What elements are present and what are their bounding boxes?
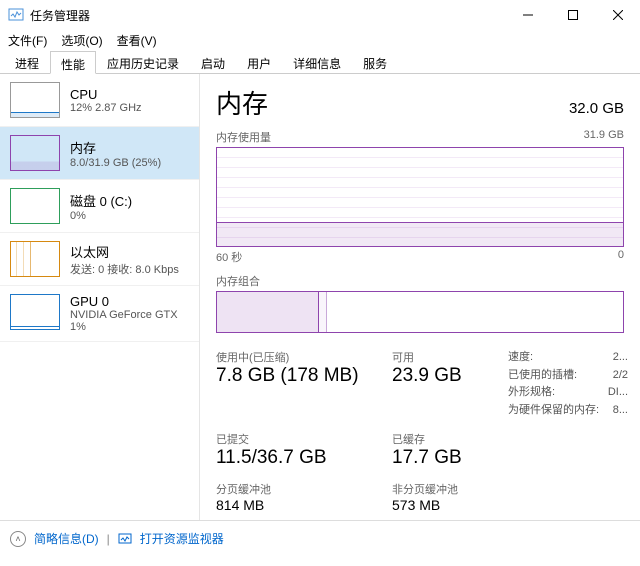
titlebar: 任务管理器 bbox=[0, 0, 640, 30]
maximize-button[interactable] bbox=[550, 0, 595, 30]
tab-app-history[interactable]: 应用历史记录 bbox=[96, 50, 190, 73]
nonpaged-value: 573 MB bbox=[392, 497, 502, 513]
sidebar-item-gpu[interactable]: GPU 0 NVIDIA GeForce GTX 1% bbox=[0, 286, 199, 342]
memory-thumb-icon bbox=[10, 135, 60, 171]
close-button[interactable] bbox=[595, 0, 640, 30]
cpu-thumb-icon bbox=[10, 82, 60, 118]
sidebar-memory-sub: 8.0/31.9 GB (25%) bbox=[70, 157, 161, 169]
open-resource-monitor-link[interactable]: 打开资源监视器 bbox=[140, 530, 224, 547]
tabs: 进程 性能 应用历史记录 启动 用户 详细信息 服务 bbox=[0, 50, 640, 74]
sidebar-cpu-title: CPU bbox=[70, 87, 142, 102]
reserved-value: 8... bbox=[613, 402, 628, 420]
slots-value: 2/2 bbox=[613, 367, 628, 385]
available-label: 可用 bbox=[392, 349, 502, 365]
nonpaged-label: 非分页缓冲池 bbox=[392, 481, 502, 497]
memory-capacity: 32.0 GB bbox=[569, 100, 624, 117]
speed-value: 2... bbox=[613, 349, 628, 367]
sidebar-disk-sub: 0% bbox=[70, 210, 132, 222]
paged-value: 814 MB bbox=[216, 497, 386, 513]
sidebar-item-memory[interactable]: 内存 8.0/31.9 GB (25%) bbox=[0, 127, 199, 180]
memory-usage-chart[interactable] bbox=[216, 147, 624, 247]
usage-chart-max: 31.9 GB bbox=[584, 129, 624, 145]
in-use-label: 使用中(已压缩) bbox=[216, 349, 386, 365]
slots-label: 已使用的插槽: bbox=[508, 367, 577, 385]
tab-services[interactable]: 服务 bbox=[352, 50, 398, 73]
form-label: 外形规格: bbox=[508, 384, 555, 402]
minimize-button[interactable] bbox=[505, 0, 550, 30]
committed-label: 已提交 bbox=[216, 431, 386, 447]
ethernet-thumb-icon bbox=[10, 241, 60, 277]
fewer-details-link[interactable]: 简略信息(D) bbox=[34, 530, 99, 547]
app-icon bbox=[8, 7, 24, 23]
comp-modified bbox=[319, 292, 327, 332]
window-controls bbox=[505, 0, 640, 30]
tab-details[interactable]: 详细信息 bbox=[282, 50, 352, 73]
speed-label: 速度: bbox=[508, 349, 533, 367]
tab-users[interactable]: 用户 bbox=[236, 50, 282, 73]
chart-fill bbox=[217, 222, 623, 247]
usage-chart-label: 内存使用量 bbox=[216, 129, 271, 145]
comp-in-use bbox=[217, 292, 319, 332]
reserved-label: 为硬件保留的内存: bbox=[508, 402, 599, 420]
menubar: 文件(F) 选项(O) 查看(V) bbox=[0, 30, 640, 50]
in-use-value: 7.8 GB (178 MB) bbox=[216, 365, 386, 387]
tab-performance[interactable]: 性能 bbox=[50, 51, 96, 74]
sidebar-gpu-sub: NVIDIA GeForce GTX bbox=[70, 309, 178, 321]
monitor-icon bbox=[118, 532, 132, 546]
menu-view[interactable]: 查看(V) bbox=[117, 32, 157, 49]
sidebar-gpu-sub2: 1% bbox=[70, 321, 178, 333]
page-title: 内存 bbox=[216, 84, 268, 121]
sidebar-gpu-title: GPU 0 bbox=[70, 294, 178, 309]
cached-label: 已缓存 bbox=[392, 431, 502, 447]
chevron-up-icon[interactable]: ˄ bbox=[10, 531, 26, 547]
committed-value: 11.5/36.7 GB bbox=[216, 447, 386, 469]
sidebar-item-ethernet[interactable]: 以太网 发送: 0 接收: 8.0 Kbps bbox=[0, 233, 199, 286]
sidebar-disk-title: 磁盘 0 (C:) bbox=[70, 191, 132, 210]
sidebar: CPU 12% 2.87 GHz 内存 8.0/31.9 GB (25%) 磁盘… bbox=[0, 74, 200, 520]
main-panel: 内存 32.0 GB 内存使用量 31.9 GB 60 秒 0 内存组合 使用中… bbox=[200, 74, 640, 520]
sidebar-ethernet-sub: 发送: 0 接收: 8.0 Kbps bbox=[70, 261, 179, 277]
sidebar-ethernet-title: 以太网 bbox=[70, 242, 179, 261]
tab-startup[interactable]: 启动 bbox=[190, 50, 236, 73]
axis-left: 60 秒 bbox=[216, 249, 242, 265]
tab-processes[interactable]: 进程 bbox=[4, 50, 50, 73]
menu-options[interactable]: 选项(O) bbox=[61, 32, 102, 49]
footer: ˄ 简略信息(D) | 打开资源监视器 bbox=[0, 520, 640, 556]
window-title: 任务管理器 bbox=[30, 7, 505, 24]
disk-thumb-icon bbox=[10, 188, 60, 224]
sidebar-cpu-sub: 12% 2.87 GHz bbox=[70, 102, 142, 114]
gpu-thumb-icon bbox=[10, 294, 60, 330]
sidebar-memory-title: 内存 bbox=[70, 138, 161, 157]
memory-composition-chart[interactable] bbox=[216, 291, 624, 333]
sidebar-item-disk[interactable]: 磁盘 0 (C:) 0% bbox=[0, 180, 199, 233]
cached-value: 17.7 GB bbox=[392, 447, 502, 469]
composition-label: 内存组合 bbox=[216, 273, 260, 289]
available-value: 23.9 GB bbox=[392, 365, 502, 387]
menu-file[interactable]: 文件(F) bbox=[8, 32, 47, 49]
sidebar-item-cpu[interactable]: CPU 12% 2.87 GHz bbox=[0, 74, 199, 127]
paged-label: 分页缓冲池 bbox=[216, 481, 386, 497]
axis-right: 0 bbox=[618, 249, 624, 265]
form-value: DI... bbox=[608, 384, 628, 402]
